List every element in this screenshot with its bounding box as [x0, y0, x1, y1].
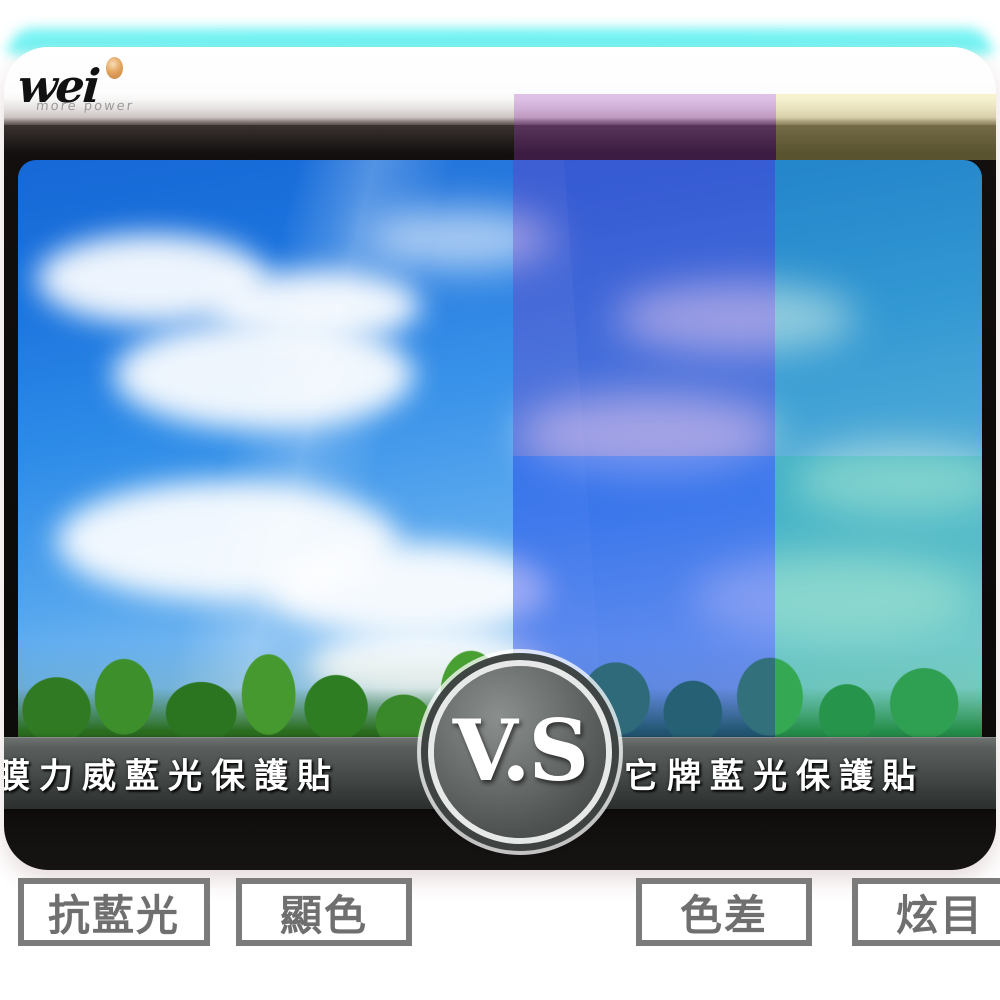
versus-badge-text: V.S: [452, 700, 589, 800]
tint-overlay-teal: [774, 160, 982, 457]
banner-label-left: 膜力威藍光保護貼: [4, 756, 340, 797]
versus-badge: V.S: [434, 666, 606, 838]
feature-box-label: 顯色: [279, 890, 368, 940]
feature-box-color-rendering: 顯色: [236, 878, 412, 946]
feature-box-label: 炫目: [895, 890, 984, 940]
feature-box-row: 抗藍光 顯色 色差 炫目: [0, 878, 1000, 952]
tint-band-cream: [776, 94, 996, 160]
tint-band-purple: [514, 94, 776, 160]
tint-overlay-purple: [512, 160, 775, 457]
feature-box-glare: 炫目: [852, 878, 1000, 946]
feature-box-label: 色差: [679, 890, 768, 940]
feature-box-color-shift: 色差: [636, 878, 812, 946]
feature-box-anti-blue-light: 抗藍光: [18, 878, 210, 946]
feature-box-label: 抗藍光: [47, 890, 180, 940]
banner-label-right: 它牌藍光保護貼: [624, 756, 925, 797]
tint-overlay-green: [774, 456, 982, 777]
product-comparison-graphic: wei more power 膜力威藍光保護貼 它牌藍光保護貼 V.S 抗藍光 …: [0, 0, 1000, 1000]
